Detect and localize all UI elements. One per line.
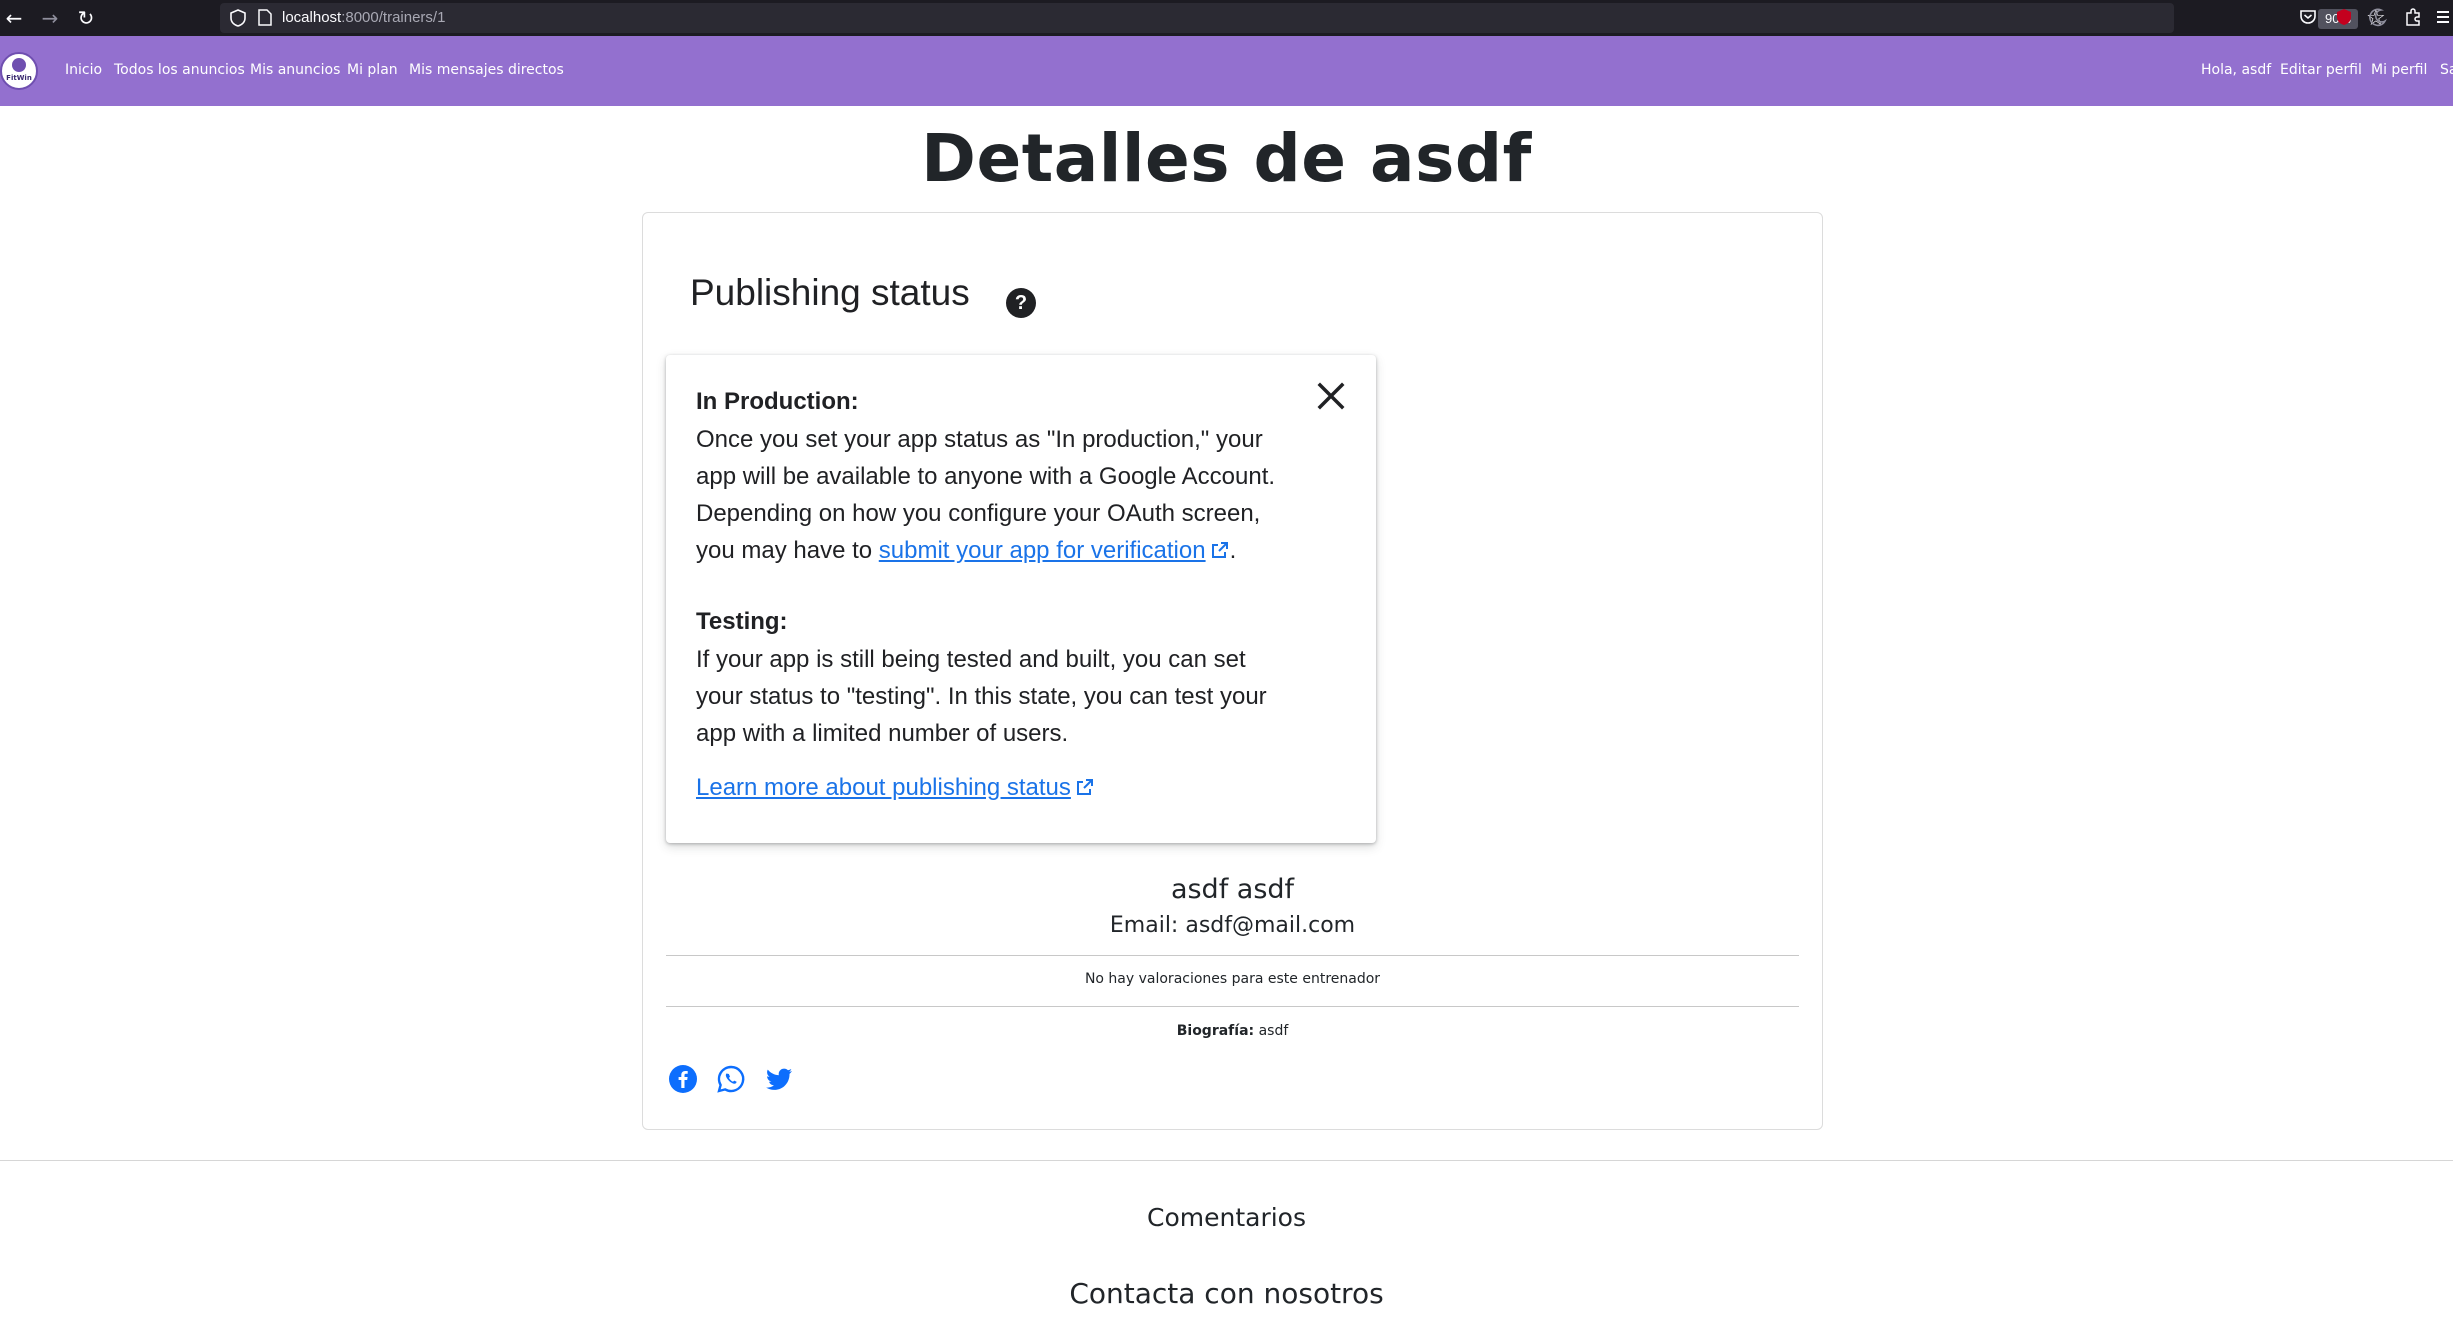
nav-link-mi-plan[interactable]: Mi plan: [347, 36, 398, 106]
nav-link-todos-anuncios[interactable]: Todos los anuncios: [114, 36, 245, 106]
back-icon[interactable]: ←: [2, 6, 26, 30]
biography: Biografía: asdf: [642, 1023, 1823, 1039]
forward-icon[interactable]: →: [38, 6, 62, 30]
testing-title: Testing:: [696, 608, 788, 635]
bio-label: Biografía:: [1176, 1023, 1255, 1039]
pocket-icon[interactable]: [2298, 7, 2318, 27]
url-host: localhost: [282, 9, 342, 26]
production-text-2: .: [1229, 537, 1237, 564]
close-icon: [1317, 382, 1345, 410]
nav-link-mis-anuncios[interactable]: Mis anuncios: [250, 36, 340, 106]
twitter-icon[interactable]: [764, 1064, 794, 1094]
ratings-text: No hay valoraciones para este entrenador: [1084, 971, 1381, 987]
whatsapp-icon[interactable]: [716, 1064, 746, 1094]
menu-icon[interactable]: [2436, 7, 2450, 27]
comments-title: Comentarios: [1147, 1203, 1306, 1232]
url-path: :8000/trainers/1: [341, 9, 446, 26]
nav-link-inicio[interactable]: Inicio: [65, 36, 102, 106]
ublock-icon[interactable]: [2334, 7, 2354, 27]
extension-moon-icon[interactable]: [2368, 7, 2388, 27]
url-text[interactable]: localhost:8000/trainers/1: [282, 3, 445, 33]
publishing-status-tooltip: In Production: Once you set your app sta…: [666, 355, 1376, 843]
page-icon[interactable]: [258, 9, 272, 26]
trainer-profile-image: Publishing status ? In Production: Once …: [666, 248, 1406, 848]
site-navbar: FitWin Inicio Todos los anuncios Mis anu…: [0, 36, 2453, 106]
footer-divider: [0, 1160, 2453, 1161]
logo-text: FitWin: [6, 74, 32, 82]
browser-toolbar: ← → ↻ localhost:8000/trainers/1 90% ☆: [0, 0, 2453, 36]
address-bar[interactable]: localhost:8000/trainers/1 90% ☆: [220, 3, 2386, 33]
logo-glyph-icon: [12, 58, 26, 72]
contact-title: Contacta con nosotros: [1069, 1277, 1384, 1310]
shield-icon[interactable]: [230, 9, 246, 27]
reload-icon[interactable]: ↻: [74, 6, 98, 30]
learn-more-row: Learn more about publishing status: [696, 769, 1296, 806]
extensions-puzzle-icon[interactable]: [2404, 7, 2424, 27]
trainer-email: Email: asdf@mail.com: [1109, 913, 1356, 938]
nav-link-editar-perfil[interactable]: Editar perfil: [2280, 36, 2362, 106]
question-circle-icon: ?: [1006, 288, 1036, 318]
learn-more-link: Learn more about publishing status: [696, 774, 1071, 801]
production-text: Once you set your app status as "In prod…: [696, 421, 1296, 569]
nav-link-greeting[interactable]: Hola, asdf: [2201, 36, 2271, 106]
testing-text: If your app is still being tested and bu…: [696, 646, 1267, 747]
nav-link-mi-perfil[interactable]: Mi perfil: [2371, 36, 2427, 106]
verification-link: submit your app for verification: [878, 537, 1206, 564]
trainer-name: asdf asdf: [1170, 874, 1295, 905]
divider: [666, 1006, 1799, 1007]
production-title: In Production:: [696, 388, 859, 415]
external-link-icon: [1211, 542, 1228, 558]
external-link-icon: [1076, 779, 1093, 795]
nav-link-mensajes[interactable]: Mis mensajes directos: [409, 36, 564, 106]
publishing-status-heading: Publishing status: [690, 272, 970, 313]
page-title: Detalles de asdf: [921, 120, 1532, 197]
divider: [666, 955, 1799, 956]
site-logo[interactable]: FitWin: [0, 52, 38, 90]
nav-link-salir[interactable]: Sa: [2440, 36, 2453, 106]
facebook-icon[interactable]: [668, 1064, 698, 1094]
bio-value: asdf: [1258, 1023, 1289, 1039]
